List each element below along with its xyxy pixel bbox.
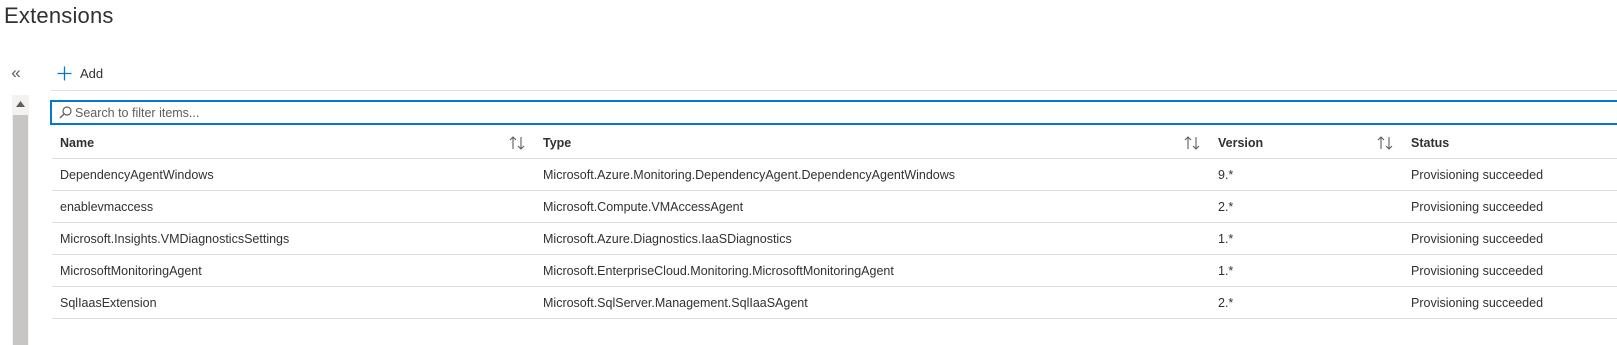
- column-header-status[interactable]: Status: [1411, 128, 1617, 158]
- extensions-table: Name Type Version Status DependencyAgent…: [52, 128, 1617, 319]
- cell-name: DependencyAgentWindows: [60, 167, 214, 182]
- cell-version: 2.*: [1218, 199, 1234, 214]
- search-box[interactable]: [50, 100, 1617, 125]
- column-header-type[interactable]: Type: [543, 128, 1173, 158]
- add-button-label: Add: [80, 65, 104, 81]
- scrollbar[interactable]: [12, 95, 29, 345]
- cell-type: Microsoft.Compute.VMAccessAgent: [543, 199, 744, 214]
- cell-status: Provisioning succeeded: [1411, 231, 1544, 246]
- column-header-version[interactable]: Version: [1218, 128, 1358, 158]
- sort-version-icon[interactable]: [1376, 135, 1394, 151]
- collapse-panel-button[interactable]: «: [8, 64, 24, 82]
- search-icon: [57, 105, 73, 121]
- cell-type: Microsoft.EnterpriseCloud.Monitoring.Mic…: [543, 263, 894, 278]
- table-row[interactable]: Microsoft.Insights.VMDiagnosticsSettings…: [52, 223, 1617, 255]
- cell-name: MicrosoftMonitoringAgent: [60, 263, 202, 278]
- table-row[interactable]: SqlIaasExtension Microsoft.SqlServer.Man…: [52, 287, 1617, 319]
- table-row[interactable]: enablevmaccess Microsoft.Compute.VMAcces…: [52, 191, 1617, 223]
- cell-name: SqlIaasExtension: [60, 295, 157, 310]
- table-row[interactable]: MicrosoftMonitoringAgent Microsoft.Enter…: [52, 255, 1617, 287]
- cell-status: Provisioning succeeded: [1411, 295, 1544, 310]
- plus-icon: [57, 66, 72, 81]
- toolbar-divider: [51, 90, 1617, 91]
- cell-status: Provisioning succeeded: [1411, 263, 1544, 278]
- cell-type: Microsoft.SqlServer.Management.SqlIaaSAg…: [543, 295, 808, 310]
- cell-name: enablevmaccess: [60, 199, 154, 214]
- page-title: Extensions: [4, 3, 114, 28]
- cell-status: Provisioning succeeded: [1411, 199, 1544, 214]
- sort-type-icon[interactable]: [1183, 135, 1201, 151]
- cell-name: Microsoft.Insights.VMDiagnosticsSettings: [60, 231, 290, 246]
- column-header-name[interactable]: Name: [60, 128, 500, 158]
- add-button[interactable]: Add: [57, 62, 103, 84]
- cell-type: Microsoft.Azure.Diagnostics.IaaSDiagnost…: [543, 231, 792, 246]
- table-row[interactable]: DependencyAgentWindows Microsoft.Azure.M…: [52, 159, 1617, 191]
- cell-status: Provisioning succeeded: [1411, 167, 1544, 182]
- cell-version: 1.*: [1218, 231, 1234, 246]
- cell-type: Microsoft.Azure.Monitoring.DependencyAge…: [543, 167, 956, 182]
- cell-version: 9.*: [1218, 167, 1234, 182]
- sort-name-icon[interactable]: [508, 135, 526, 151]
- cell-version: 1.*: [1218, 263, 1234, 278]
- table-header-row: Name Type Version Status: [52, 128, 1617, 159]
- scrollbar-thumb[interactable]: [13, 115, 28, 345]
- cell-version: 2.*: [1218, 295, 1234, 310]
- search-input[interactable]: [73, 102, 1617, 123]
- scroll-up-arrow-icon[interactable]: [12, 95, 29, 112]
